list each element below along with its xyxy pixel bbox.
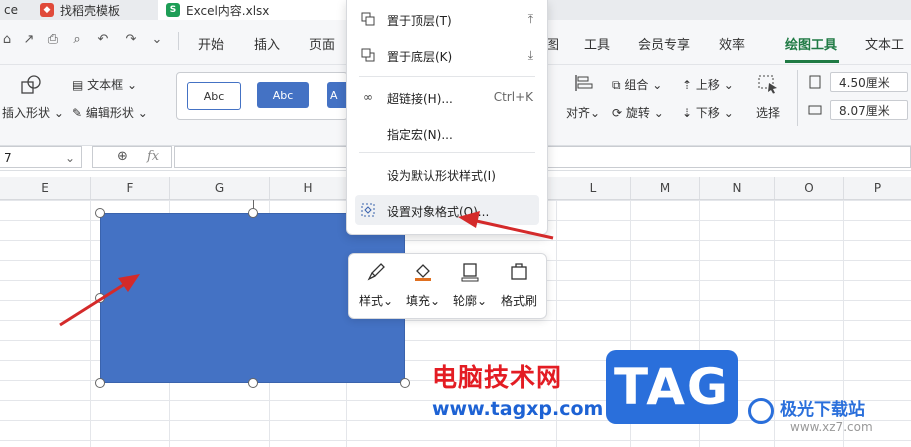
arrow-to-format-object bbox=[458, 211, 554, 240]
arrow-to-shape bbox=[59, 274, 140, 327]
site-logo-icon bbox=[748, 398, 774, 424]
watermark-site-url: www.xz7.com bbox=[790, 420, 873, 434]
watermark-url: www.tagxp.com bbox=[432, 398, 604, 420]
watermark-site-name: 极光下载站 bbox=[780, 400, 865, 420]
watermark-title: 电脑技术网 bbox=[432, 363, 563, 392]
watermark-tag-logo: TAG bbox=[606, 350, 738, 424]
